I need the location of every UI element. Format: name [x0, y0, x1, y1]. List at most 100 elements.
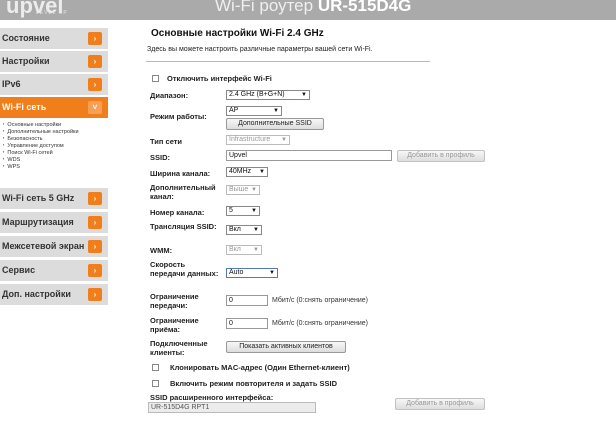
wifi-submenu: Основные настройки Дополнительные настро…: [0, 122, 108, 186]
repeater-checkbox[interactable]: [152, 380, 159, 387]
rx-limit-input[interactable]: 0: [226, 318, 268, 329]
tx-limit-input[interactable]: 0: [226, 295, 268, 306]
page-description: Здесь вы можете настроить различные пара…: [147, 46, 373, 53]
submenu-item-wps[interactable]: WPS: [3, 164, 20, 170]
network-type-value: Infrastructure: [229, 136, 271, 143]
chevron-right-icon: ›: [88, 78, 102, 91]
wmm-value: Вкл: [229, 246, 241, 253]
sidebar-item-label: Маршрутизация: [2, 217, 74, 227]
sidebar-item-service[interactable]: Сервис ›: [0, 260, 108, 282]
ssid-broadcast-value: Вкл: [229, 226, 241, 233]
chevron-down-icon: ▼: [269, 270, 275, 276]
mode-label: Режим работы:: [150, 112, 207, 121]
channel-width-value: 40MHz: [229, 168, 252, 175]
extension-channel-value: Выше: [229, 186, 249, 193]
ssid-broadcast-select[interactable]: Вкл ▼: [226, 225, 262, 235]
sidebar-item-status[interactable]: Состояние ›: [0, 28, 108, 50]
add-profile-button-2[interactable]: Добавить в профиль: [395, 398, 485, 410]
submenu-item-advanced[interactable]: Дополнительные настройки: [3, 129, 78, 135]
channel-number-label: Номер канала:: [150, 208, 205, 217]
channel-number-select[interactable]: 5 ▼: [226, 206, 260, 216]
chevron-right-icon: ›: [88, 32, 102, 45]
disable-interface-label: Отключить интерфейс Wi-Fi: [167, 74, 272, 83]
submenu-item-wds[interactable]: WDS: [3, 157, 20, 163]
chevron-down-icon: ▼: [259, 169, 265, 175]
divider: [146, 61, 430, 62]
sidebar-item-label: Межсетевой экран: [2, 241, 85, 251]
data-rate-value: Auto: [229, 269, 244, 276]
chevron-down-icon: ▼: [253, 247, 259, 253]
chevron-right-icon: ›: [88, 288, 102, 301]
sidebar-item-label: Сервис: [2, 265, 36, 275]
sidebar-item-routing[interactable]: Маршрутизация ›: [0, 212, 108, 234]
chevron-down-icon: ˅: [88, 101, 102, 114]
sidebar-item-label: Состояние: [2, 33, 50, 43]
header-bar: upvel LEVEL UP Wi-Fi роутер UR-515D4G: [0, 0, 616, 20]
chevron-down-icon: ▼: [251, 187, 257, 193]
band-label: Диапазон:: [150, 91, 189, 100]
chevron-down-icon: ▼: [273, 108, 279, 114]
channel-width-select[interactable]: 40MHz ▼: [226, 167, 268, 177]
chevron-right-icon: ›: [88, 264, 102, 277]
rx-limit-unit: Мбит/с (0:снять ограничение): [272, 320, 369, 327]
submenu-item-basic[interactable]: Основные настройки: [3, 122, 61, 128]
sidebar: Состояние › Настройки › IPv6 › Wi-Fi сет…: [0, 20, 108, 446]
rx-limit-label: Ограничение приёма:: [150, 316, 199, 334]
repeater-label: Включить режим повторителя и задать SSID: [170, 379, 338, 388]
extended-ssid-input[interactable]: UR-515D4G RPT1: [148, 402, 316, 413]
show-clients-button[interactable]: Показать активных клиентов: [226, 341, 346, 353]
logo-tagline: LEVEL UP: [36, 10, 68, 16]
band-select[interactable]: 2.4 GHz (B+G+N) ▼: [226, 90, 310, 100]
channel-number-value: 5: [229, 207, 233, 214]
router-model: UR-515D4G: [317, 0, 412, 15]
tx-limit-unit: Мбит/с (0:снять ограничение): [272, 297, 369, 304]
mode-value: AP: [229, 107, 239, 114]
sidebar-item-label: Настройки: [2, 56, 50, 66]
wmm-label: WMM:: [150, 246, 173, 255]
sidebar-item-label: IPv6: [2, 79, 21, 89]
wmm-select[interactable]: Вкл ▼: [226, 245, 262, 255]
chevron-right-icon: ›: [88, 192, 102, 205]
clone-mac-label: Клонировать MAC-адрес (Один Ethernet-кли…: [170, 363, 350, 372]
extension-channel-select[interactable]: Выше ▼: [226, 185, 260, 195]
sidebar-item-label: Wi-Fi сеть 5 GHz: [2, 193, 75, 203]
sidebar-item-firewall[interactable]: Межсетевой экран ›: [0, 236, 108, 258]
submenu-item-access-control[interactable]: Управление доступом: [3, 143, 63, 149]
add-profile-button[interactable]: Добавить в профиль: [397, 150, 485, 162]
sidebar-item-wifi-5ghz[interactable]: Wi-Fi сеть 5 GHz ›: [0, 188, 108, 210]
extension-channel-label: Дополнительный канал:: [150, 183, 216, 201]
extra-ssid-button[interactable]: Дополнительные SSID: [226, 118, 324, 130]
sidebar-item-label: Доп. настройки: [2, 289, 71, 299]
disable-interface-checkbox[interactable]: [152, 75, 159, 82]
network-type-select[interactable]: Infrastructure ▼: [226, 135, 290, 145]
mode-select[interactable]: AP ▼: [226, 106, 282, 116]
router-title: Wi-Fi роутер UR-515D4G: [215, 0, 411, 16]
chevron-down-icon: ▼: [301, 92, 307, 98]
chevron-down-icon: ▼: [253, 227, 259, 233]
ssid-label: SSID:: [150, 153, 171, 162]
router-title-prefix: Wi-Fi роутер: [215, 0, 314, 15]
channel-width-label: Ширина канала:: [150, 169, 211, 178]
sidebar-item-label: Wi-Fi сеть: [2, 102, 47, 112]
sidebar-item-wifi[interactable]: Wi-Fi сеть ˅: [0, 97, 108, 119]
tx-limit-label: Ограничение передачи:: [150, 292, 199, 310]
page-title: Основные настройки Wi-Fi 2.4 GHz: [151, 28, 324, 39]
chevron-right-icon: ›: [88, 240, 102, 253]
data-rate-select[interactable]: Auto ▼: [226, 268, 278, 278]
ssid-broadcast-label: Трансляция SSID:: [150, 222, 217, 231]
sidebar-item-settings[interactable]: Настройки ›: [0, 51, 108, 73]
submenu-item-security[interactable]: Безопасность: [3, 136, 42, 142]
clients-label: Подключенные клиенты:: [150, 339, 208, 357]
ssid-input[interactable]: Upvel: [226, 150, 392, 161]
submenu-item-site-survey[interactable]: Поиск Wi-Fi сетей: [3, 150, 52, 156]
band-value: 2.4 GHz (B+G+N): [229, 91, 285, 98]
chevron-right-icon: ›: [88, 55, 102, 68]
network-type-label: Тип сети: [150, 137, 183, 146]
chevron-down-icon: ▼: [281, 137, 287, 143]
sidebar-item-ipv6[interactable]: IPv6 ›: [0, 74, 108, 96]
sidebar-item-extra-settings[interactable]: Доп. настройки ›: [0, 284, 108, 306]
chevron-right-icon: ›: [88, 216, 102, 229]
clone-mac-checkbox[interactable]: [152, 364, 159, 371]
data-rate-label: Скорость передачи данных:: [150, 260, 219, 278]
chevron-down-icon: ▼: [251, 208, 257, 214]
